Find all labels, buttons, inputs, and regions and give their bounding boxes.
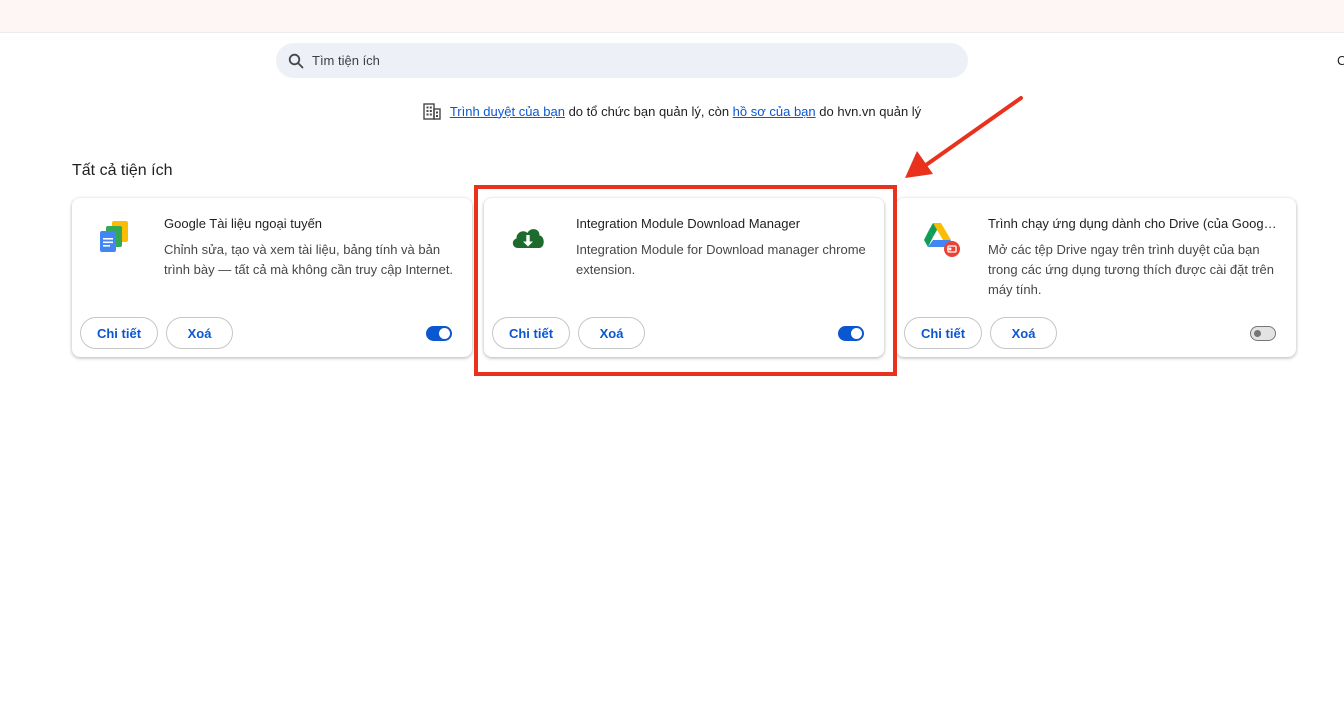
search-icon	[288, 53, 304, 68]
extension-description: Mở các tệp Drive ngay trên trình duyệt c…	[988, 242, 1274, 297]
toggle-knob	[851, 328, 862, 339]
details-button[interactable]: Chi tiết	[904, 317, 982, 349]
remove-button[interactable]: Xoá	[990, 317, 1057, 349]
extension-name: Trình chạy ứng dụng dành cho Drive (của …	[988, 216, 1278, 231]
clipped-edge-text: C	[1337, 53, 1344, 68]
search-bar[interactable]	[276, 43, 968, 78]
enable-toggle[interactable]	[838, 326, 864, 341]
managed-text-2: do hvn.vn quản lý	[815, 103, 922, 119]
section-title: Tất cả tiện ích	[72, 162, 173, 179]
google-drive-launcher-icon	[924, 223, 960, 257]
remove-button[interactable]: Xoá	[578, 317, 645, 349]
toggle-knob	[439, 328, 450, 339]
toggle-knob	[1254, 330, 1261, 337]
extension-name: Google Tài liệu ngoại tuyến	[164, 216, 323, 231]
details-button[interactable]: Chi tiết	[492, 317, 570, 349]
building-icon	[423, 103, 441, 120]
extension-card-drive-launcher: Trình chạy ứng dụng dành cho Drive (của …	[896, 198, 1296, 357]
managed-notice: Trình duyệt của bạn do tổ chức bạn quản …	[0, 102, 1344, 120]
extension-card-docs-offline: Google Tài liệu ngoại tuyến Chỉnh sửa, t…	[72, 198, 472, 357]
extension-description: Integration Module for Download manager …	[576, 242, 866, 277]
managed-text-1: do tổ chức bạn quản lý, còn	[564, 103, 733, 119]
remove-button[interactable]: Xoá	[166, 317, 233, 349]
enable-toggle[interactable]	[426, 326, 452, 341]
extension-card-idm: Integration Module Download Manager Inte…	[484, 198, 884, 357]
search-input[interactable]	[310, 52, 914, 69]
extension-description: Chỉnh sửa, tạo và xem tài liệu, bảng tín…	[164, 242, 454, 277]
extension-name: Integration Module Download Manager	[576, 216, 801, 231]
top-bar	[0, 0, 1344, 33]
google-docs-icon	[100, 221, 128, 252]
cloud-download-icon	[512, 229, 544, 248]
browser-managed-link[interactable]: Trình duyệt của bạn	[450, 104, 565, 119]
enable-toggle[interactable]	[1250, 326, 1276, 341]
profile-managed-link[interactable]: hồ sơ của bạn	[733, 104, 816, 119]
details-button[interactable]: Chi tiết	[80, 317, 158, 349]
